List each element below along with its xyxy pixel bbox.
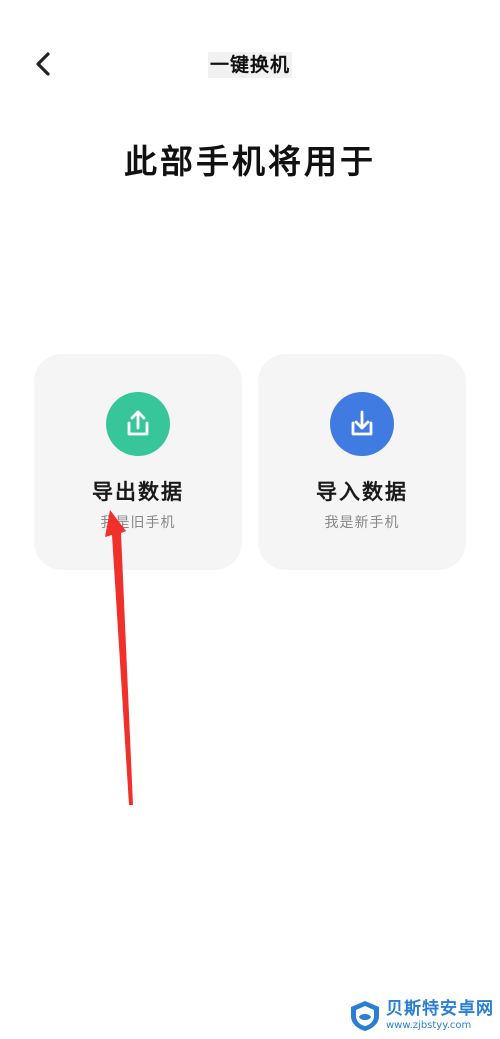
phone-screen: 一键换机 此部手机将用于 导出数据 我是旧手机 导入数据 我是新手机 贝斯特安卓… <box>0 0 500 1039</box>
site-watermark: 贝斯特安卓网 www.zjbstyy.com <box>348 999 494 1033</box>
import-data-label: 导入数据 <box>316 480 408 504</box>
shield-logo-icon <box>351 1001 379 1031</box>
page-title: 此部手机将用于 <box>124 142 376 181</box>
export-data-label: 导出数据 <box>92 480 184 504</box>
old-phone-subtitle: 我是旧手机 <box>100 515 176 531</box>
watermark-name: 贝斯特安卓网 <box>386 999 494 1019</box>
watermark-url: www.zjbstyy.com <box>386 1020 472 1031</box>
import-data-card[interactable]: 导入数据 我是新手机 <box>258 354 466 570</box>
top-bar: 一键换机 <box>0 40 500 88</box>
header-title: 一键换机 <box>207 52 292 78</box>
new-phone-subtitle: 我是新手机 <box>324 515 400 531</box>
upload-share-icon <box>106 392 170 456</box>
download-tray-icon <box>330 392 394 456</box>
export-data-card[interactable]: 导出数据 我是旧手机 <box>34 354 242 570</box>
